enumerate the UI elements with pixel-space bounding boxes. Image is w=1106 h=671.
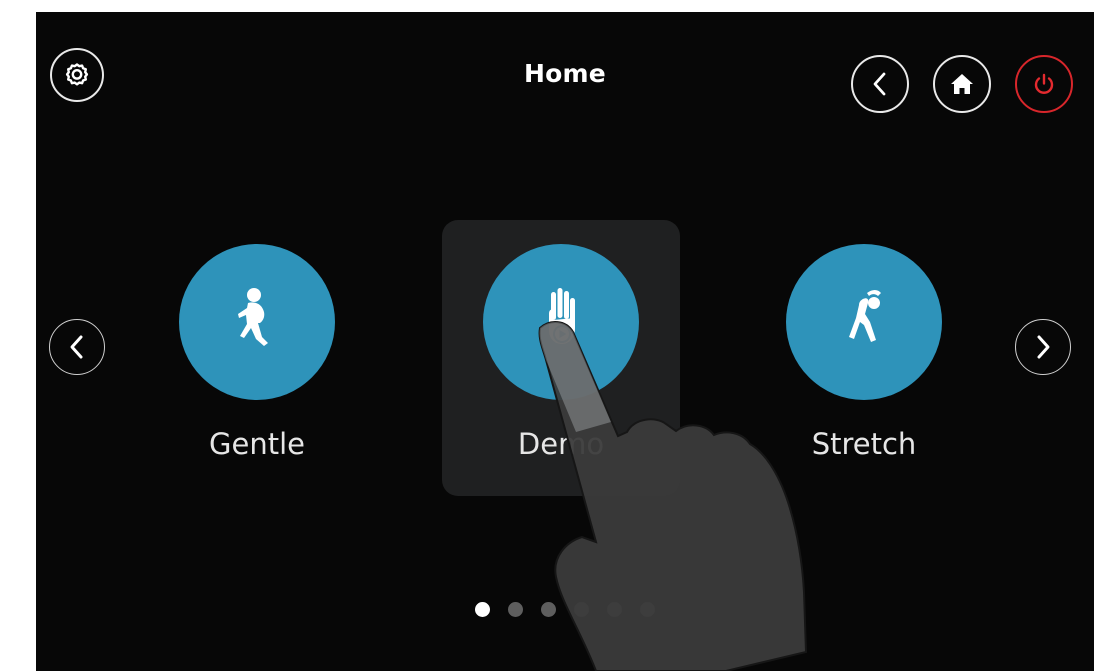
carousel-prev-button[interactable] bbox=[49, 319, 105, 375]
back-button[interactable] bbox=[851, 55, 909, 113]
power-icon bbox=[1031, 71, 1057, 97]
mode-demo[interactable]: Demo bbox=[476, 244, 646, 461]
mode-label: Gentle bbox=[209, 427, 305, 461]
mode-stretch-circle bbox=[786, 244, 942, 400]
house-icon bbox=[949, 71, 975, 97]
page-dot[interactable] bbox=[574, 602, 589, 617]
chevron-right-icon bbox=[1031, 333, 1055, 361]
app-screen: Home Gentle Demo Stretch bbox=[36, 12, 1094, 671]
mode-gentle[interactable]: Gentle bbox=[172, 244, 342, 461]
mode-label: Stretch bbox=[811, 427, 917, 461]
page-dot[interactable] bbox=[475, 602, 490, 617]
mode-stretch[interactable]: Stretch bbox=[779, 244, 949, 461]
carousel-next-button[interactable] bbox=[1015, 319, 1071, 375]
home-button[interactable] bbox=[933, 55, 991, 113]
mode-gentle-circle bbox=[179, 244, 335, 400]
walking-person-icon bbox=[227, 285, 287, 359]
hand-play-icon bbox=[536, 284, 586, 360]
page-indicator bbox=[36, 602, 1094, 617]
chevron-left-icon bbox=[65, 333, 89, 361]
page-dot[interactable] bbox=[640, 602, 655, 617]
mode-label: Demo bbox=[517, 427, 605, 461]
power-button[interactable] bbox=[1015, 55, 1073, 113]
page-dot[interactable] bbox=[508, 602, 523, 617]
chevron-left-icon bbox=[868, 70, 892, 98]
page-dot[interactable] bbox=[541, 602, 556, 617]
page-dot[interactable] bbox=[607, 602, 622, 617]
stretching-person-icon bbox=[834, 285, 894, 359]
mode-demo-circle bbox=[483, 244, 639, 400]
